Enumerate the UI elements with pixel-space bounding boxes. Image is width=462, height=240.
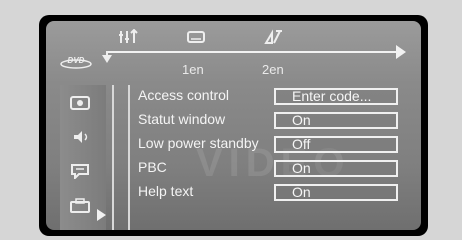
dvd-logo: DVD bbox=[60, 55, 92, 69]
tv-screen: VIDEO DVD 1en 2en Access control Enter c… bbox=[39, 15, 428, 236]
timeline-track bbox=[108, 51, 400, 53]
setting-value-status-window[interactable]: On bbox=[274, 112, 398, 129]
sound-settings-icon[interactable] bbox=[69, 129, 91, 145]
divider bbox=[128, 85, 130, 230]
setting-label-access-control: Access control bbox=[138, 87, 230, 103]
audio-language-2[interactable]: 2en bbox=[262, 62, 284, 77]
features-icon[interactable] bbox=[69, 197, 91, 213]
language-settings-icon[interactable] bbox=[69, 163, 91, 181]
setting-value-help-text[interactable]: On bbox=[274, 184, 398, 201]
osd-panel: VIDEO DVD 1en 2en Access control Enter c… bbox=[46, 21, 421, 230]
setting-value-pbc[interactable]: On bbox=[274, 160, 398, 177]
timeline-arrow-icon bbox=[396, 45, 406, 59]
setting-label-help-text: Help text bbox=[138, 183, 194, 199]
setting-value-access-control[interactable]: Enter code... bbox=[274, 88, 398, 105]
setting-label-status-window: Statut window bbox=[138, 111, 226, 127]
setting-value-low-power-standby[interactable]: Off bbox=[274, 136, 398, 153]
setting-label-pbc: PBC bbox=[138, 159, 167, 175]
audio-language-1[interactable]: 1en bbox=[182, 62, 204, 77]
divider bbox=[112, 85, 114, 230]
audio-settings-icon[interactable] bbox=[118, 28, 138, 45]
subtitle-icon[interactable] bbox=[186, 29, 206, 45]
setting-label-low-power-standby: Low power standby bbox=[138, 135, 259, 151]
camera-angle-icon[interactable] bbox=[264, 29, 284, 45]
picture-settings-icon[interactable] bbox=[69, 95, 91, 111]
selection-pointer-icon bbox=[97, 209, 106, 221]
down-arrow-icon bbox=[102, 55, 112, 63]
svg-text:DVD: DVD bbox=[68, 56, 85, 65]
